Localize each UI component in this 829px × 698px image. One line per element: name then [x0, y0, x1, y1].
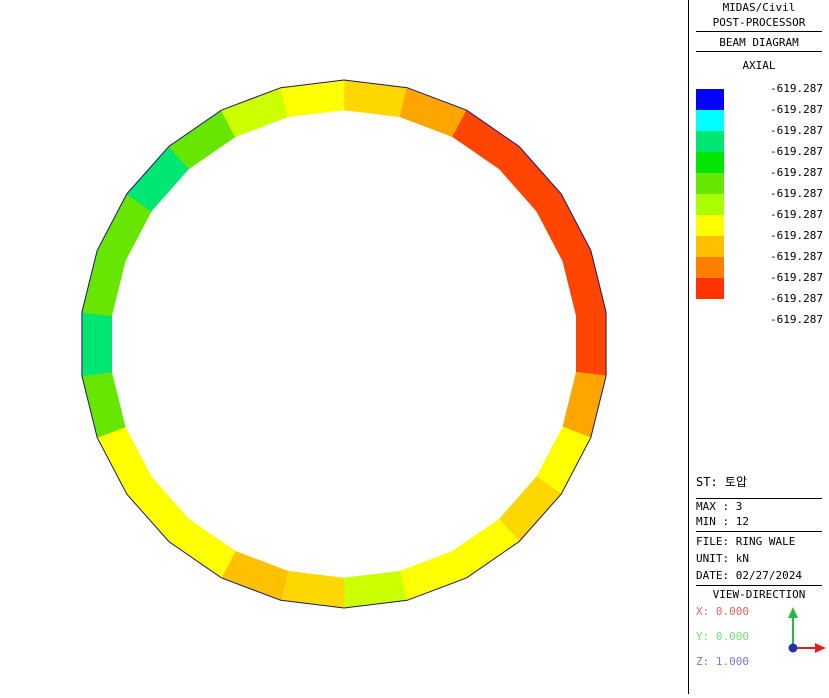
- legend-swatch: [696, 236, 724, 257]
- diagram-type: BEAM DIAGRAM: [719, 36, 799, 49]
- beam-element[interactable]: [399, 550, 468, 601]
- legend-swatch: [696, 278, 724, 299]
- component-label: AXIAL: [742, 59, 776, 72]
- legend-swatch: [696, 131, 724, 152]
- view-x-value: X: 0.000: [696, 605, 749, 618]
- load-case-label: ST: 토압: [696, 475, 747, 489]
- legend-value: -619.287: [770, 292, 823, 305]
- legend-swatch: [696, 152, 724, 173]
- legend-value: -619.287: [770, 124, 823, 137]
- legend-value: -619.287: [770, 187, 823, 200]
- legend-value: -619.287: [770, 103, 823, 116]
- legend-swatch: [696, 173, 724, 194]
- beam-element[interactable]: [220, 87, 289, 138]
- beam-element[interactable]: [81, 311, 112, 377]
- legend-value: -619.287: [770, 82, 823, 95]
- beam-element[interactable]: [343, 570, 408, 609]
- view-direction-label: VIEW-DIRECTION: [712, 588, 806, 601]
- beam-element[interactable]: [81, 371, 126, 439]
- beam-element[interactable]: [343, 79, 408, 118]
- legend-swatch: [696, 110, 724, 131]
- view-z-value: Z: 1.000: [696, 655, 749, 668]
- beam-element[interactable]: [562, 249, 607, 317]
- legend-swatch: [696, 194, 724, 215]
- beam-element[interactable]: [81, 249, 126, 317]
- file-label: FILE: RING WALE: [696, 535, 796, 548]
- divider-line: [696, 585, 822, 586]
- legend-value: -619.287: [770, 250, 823, 263]
- date-label: DATE: 02/27/2024: [696, 569, 802, 582]
- beam-element[interactable]: [575, 311, 607, 377]
- legend-value: -619.287: [770, 229, 823, 242]
- max-label: MAX : 3: [696, 500, 743, 513]
- ring-wale-diagram: [81, 79, 607, 609]
- axis-triad-icon: [788, 607, 826, 653]
- legend-swatch: [696, 215, 724, 236]
- legend-value: -619.287: [770, 208, 823, 221]
- legend-value: -619.287: [770, 166, 823, 179]
- divider-line: [696, 51, 822, 52]
- app-subtitle: POST-PROCESSOR: [712, 16, 806, 29]
- beam-element[interactable]: [280, 79, 345, 118]
- beam-element[interactable]: [280, 570, 345, 609]
- legend-panel: MIDAS/Civil POST-PROCESSOR BEAM DIAGRAM …: [689, 0, 829, 694]
- view-y-value: Y: 0.000: [696, 630, 749, 643]
- legend-value: -619.287: [770, 145, 823, 158]
- divider-line: [696, 31, 822, 32]
- min-label: MIN : 12: [696, 515, 749, 528]
- legend-value: -619.287: [770, 271, 823, 284]
- divider-line: [696, 531, 822, 532]
- legend-swatch: [696, 257, 724, 278]
- model-viewport[interactable]: [0, 0, 688, 694]
- beam-element[interactable]: [562, 371, 607, 439]
- app-title: MIDAS/Civil: [722, 1, 796, 14]
- legend-swatch: [696, 89, 724, 110]
- unit-label: UNIT: kN: [696, 552, 749, 565]
- divider-line: [696, 498, 822, 499]
- legend-value: -619.287: [770, 313, 823, 326]
